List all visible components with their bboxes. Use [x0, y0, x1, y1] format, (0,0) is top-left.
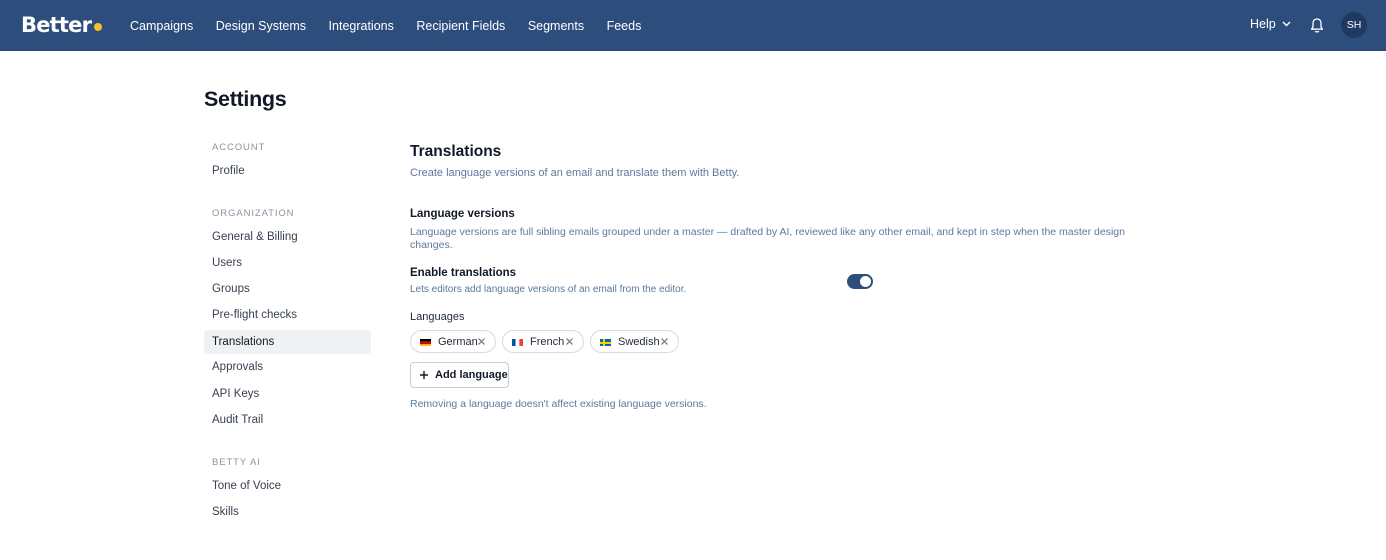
sidebar-heading-organization: ORGANIZATION — [212, 208, 295, 219]
language-chip-label: German — [438, 335, 478, 348]
section-title: Translations — [410, 143, 502, 160]
sidebar-item-groups[interactable]: Groups — [204, 277, 371, 301]
top-navigation-bar: Better Campaigns Design Systems Integrat… — [0, 0, 1386, 51]
remove-french-icon[interactable] — [565, 337, 574, 346]
brand-logo[interactable]: Better — [21, 12, 103, 38]
languages-label: Languages — [410, 311, 465, 323]
language-versions-title: Language versions — [410, 208, 515, 220]
help-menu-button[interactable]: Help — [1250, 17, 1291, 31]
sidebar-item-approvals[interactable]: Approvals — [204, 355, 371, 379]
user-avatar[interactable]: SH — [1341, 12, 1367, 38]
toggle-knob — [860, 276, 871, 287]
sidebar-item-translations[interactable]: Translations — [204, 330, 371, 354]
chevron-down-icon — [1282, 21, 1291, 27]
plus-icon — [420, 371, 428, 379]
language-chip-german: German — [410, 330, 496, 353]
sidebar-item-profile[interactable]: Profile — [204, 159, 371, 183]
sidebar-heading-account: ACCOUNT — [212, 142, 266, 153]
nav-feeds[interactable]: Feeds — [607, 19, 642, 33]
nav-integrations[interactable]: Integrations — [329, 19, 394, 33]
language-versions-description: Language versions are full sibling email… — [410, 226, 1125, 251]
french-flag-icon — [512, 338, 523, 346]
bell-icon[interactable] — [1309, 17, 1325, 34]
main-nav: Campaigns Design Systems Integrations Re… — [130, 0, 664, 51]
language-chip-french: French — [502, 330, 584, 353]
sidebar-item-tone-of-voice[interactable]: Tone of Voice — [204, 474, 371, 498]
help-label: Help — [1250, 17, 1276, 31]
sidebar-heading-betty-ai: BETTY AI — [212, 457, 261, 468]
add-language-button[interactable]: Add language — [410, 362, 509, 388]
sidebar-item-preflight-checks[interactable]: Pre-flight checks — [204, 303, 371, 327]
remove-swedish-icon[interactable] — [660, 337, 669, 346]
enable-translations-description: Lets editors add language versions of an… — [410, 284, 687, 295]
nav-recipient-fields[interactable]: Recipient Fields — [416, 19, 505, 33]
language-chip-label: Swedish — [618, 335, 660, 348]
page-title: Settings — [204, 87, 287, 111]
sidebar-item-skills[interactable]: Skills — [204, 500, 371, 524]
enable-translations-toggle[interactable] — [847, 274, 873, 289]
languages-note: Removing a language doesn't affect exist… — [410, 398, 707, 410]
sidebar-item-general-billing[interactable]: General & Billing — [204, 225, 371, 249]
nav-segments[interactable]: Segments — [528, 19, 584, 33]
nav-campaigns[interactable]: Campaigns — [130, 19, 193, 33]
nav-design-systems[interactable]: Design Systems — [216, 19, 306, 33]
swedish-flag-icon — [600, 338, 611, 346]
add-language-label: Add language — [435, 369, 508, 381]
language-chip-label: French — [530, 335, 565, 348]
sidebar-item-users[interactable]: Users — [204, 251, 371, 275]
brand-name: Better — [21, 13, 92, 37]
language-chip-swedish: Swedish — [590, 330, 679, 353]
brand-dot — [94, 23, 103, 31]
remove-german-icon[interactable] — [477, 337, 486, 346]
section-subtitle: Create language versions of an email and… — [410, 167, 740, 179]
sidebar-item-api-keys[interactable]: API Keys — [204, 382, 371, 406]
german-flag-icon — [420, 338, 431, 346]
sidebar-item-audit-trail[interactable]: Audit Trail — [204, 408, 371, 432]
enable-translations-title: Enable translations — [410, 267, 517, 279]
